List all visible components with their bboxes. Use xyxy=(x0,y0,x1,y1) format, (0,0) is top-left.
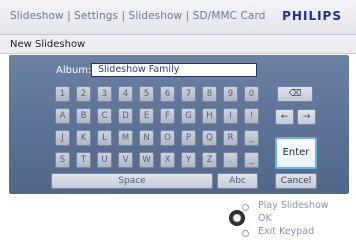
keyboard-key[interactable]: C xyxy=(97,108,112,124)
cancel-key[interactable]: Cancel xyxy=(275,173,317,189)
cursor-right-key[interactable]: → xyxy=(297,109,316,125)
album-label: Album: xyxy=(56,65,92,76)
album-name-input[interactable]: Slideshow Family xyxy=(91,63,257,77)
legend-exit-keypad: Exit Keypad xyxy=(258,226,315,237)
legend-ok: OK xyxy=(258,213,272,224)
arrow-left-icon: ← xyxy=(280,112,289,122)
breadcrumb: Slideshow | Settings | Slideshow | SD/MM… xyxy=(10,10,266,22)
keyboard-key[interactable]: A xyxy=(55,108,70,124)
keyboard-key[interactable]: B xyxy=(76,108,91,124)
cursor-left-key[interactable]: ← xyxy=(275,109,294,125)
keyboard-key[interactable]: . xyxy=(223,152,238,168)
keyboard-key[interactable]: Q xyxy=(202,130,217,146)
keyboard-key[interactable]: L xyxy=(97,130,112,146)
keyboard-key[interactable]: 7 xyxy=(181,86,196,102)
keyboard-key[interactable]: 9 xyxy=(223,86,238,102)
backspace-icon: ⌫ xyxy=(288,89,302,99)
legend-play-slideshow: Play Slideshow xyxy=(258,200,329,211)
keyboard-key[interactable]: Z xyxy=(202,152,217,168)
navigation-wheel-icon xyxy=(229,210,245,226)
keyboard-key[interactable]: J xyxy=(55,130,70,146)
keyboard-key[interactable]: M xyxy=(118,130,133,146)
page-title: New Slideshow xyxy=(10,39,86,50)
keyboard-key[interactable]: D xyxy=(118,108,133,124)
keyboard-key[interactable]: U xyxy=(97,152,112,168)
keyboard-key[interactable]: 5 xyxy=(139,86,154,102)
keyboard-key[interactable]: 4 xyxy=(118,86,133,102)
keyboard-key[interactable]: O xyxy=(160,130,175,146)
keyboard-key[interactable]: I xyxy=(223,108,238,124)
legend-down-dot-icon xyxy=(242,230,249,237)
keyboard-key[interactable]: K xyxy=(76,130,91,146)
keyboard-key[interactable]: N xyxy=(139,130,154,146)
keyboard-key[interactable]: 1 xyxy=(55,86,70,102)
keyboard-key[interactable]: V xyxy=(118,152,133,168)
keyboard-key[interactable]: R xyxy=(223,130,238,146)
keyboard-panel: Album: Slideshow Family 1234567890 ABCDEF… xyxy=(9,55,349,194)
keyboard-key[interactable]: F xyxy=(160,108,175,124)
brand-logo: PHILIPS xyxy=(282,9,342,23)
keyboard-key[interactable]: 0 xyxy=(244,86,259,102)
keyboard-key[interactable]: G xyxy=(181,108,196,124)
subheader: New Slideshow xyxy=(0,34,356,54)
keyboard-key[interactable]: E xyxy=(139,108,154,124)
keyboard-key[interactable]: 8 xyxy=(202,86,217,102)
keyboard-key[interactable]: S xyxy=(55,152,70,168)
keyboard-key[interactable]: ! xyxy=(244,108,259,124)
keyboard-key[interactable]: P xyxy=(181,130,196,146)
arrow-right-icon: → xyxy=(302,112,311,122)
title-bar: Slideshow | Settings | Slideshow | SD/MM… xyxy=(0,0,356,34)
keyboard-key[interactable]: 6 xyxy=(160,86,175,102)
keyboard-key[interactable]: T xyxy=(76,152,91,168)
keyboard-key[interactable]: 2 xyxy=(76,86,91,102)
space-key[interactable]: Space xyxy=(51,173,213,189)
abc-key[interactable]: Abc xyxy=(217,173,258,189)
keyboard-key[interactable]: 3 xyxy=(97,86,112,102)
keyboard-key[interactable]: Y xyxy=(181,152,196,168)
keyboard-key[interactable]: X xyxy=(160,152,175,168)
keyboard-key[interactable]: W xyxy=(139,152,154,168)
keyboard-key[interactable]: H xyxy=(202,108,217,124)
enter-key[interactable]: Enter xyxy=(275,137,317,169)
keyboard-key[interactable]: _ xyxy=(244,152,259,168)
backspace-key[interactable]: ⌫ xyxy=(277,86,313,102)
keyboard-key[interactable]: _ xyxy=(244,130,259,146)
legend-up-dot-icon xyxy=(242,204,249,211)
